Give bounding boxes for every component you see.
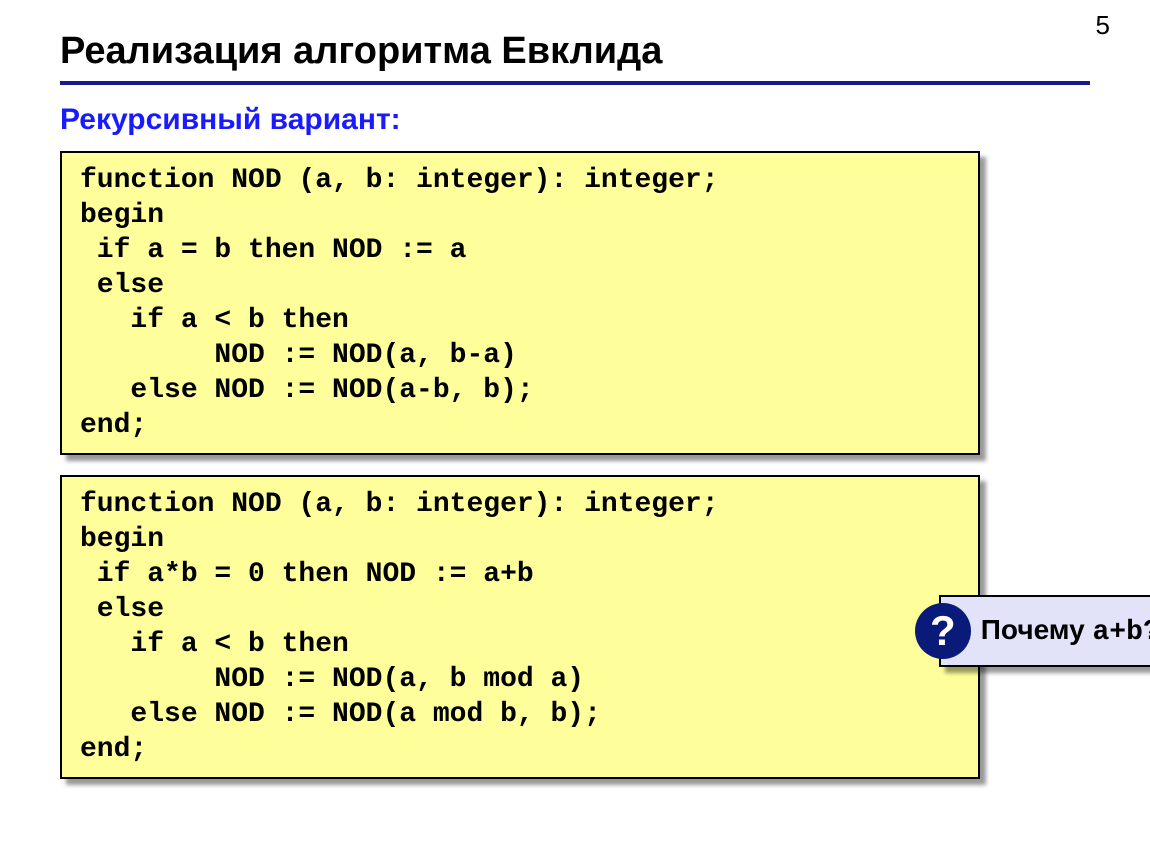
code-block-2-wrapper: function NOD (a, b: integer): integer; b…	[60, 475, 1090, 779]
callout-text-suffix: ?	[1143, 614, 1150, 645]
callout-box: ? Почему a+b?	[939, 595, 1150, 667]
code-block-2: function NOD (a, b: integer): integer; b…	[60, 475, 980, 779]
slide-title: Реализация алгоритма Евклида	[60, 30, 1090, 73]
callout-text-mono: a+b	[1092, 617, 1142, 648]
callout-text-prefix: Почему	[981, 614, 1093, 645]
slide-content: Реализация алгоритма Евклида Рекурсивный…	[0, 0, 1150, 779]
question-icon: ?	[917, 605, 969, 657]
code-block-1: function NOD (a, b: integer): integer; b…	[60, 151, 980, 455]
code-block-1-wrapper: function NOD (a, b: integer): integer; b…	[60, 151, 1090, 455]
title-underline	[60, 81, 1090, 85]
slide-subtitle: Рекурсивный вариант:	[60, 103, 1090, 137]
callout-text: Почему a+b?	[981, 614, 1150, 648]
page-number: 5	[1096, 10, 1110, 41]
